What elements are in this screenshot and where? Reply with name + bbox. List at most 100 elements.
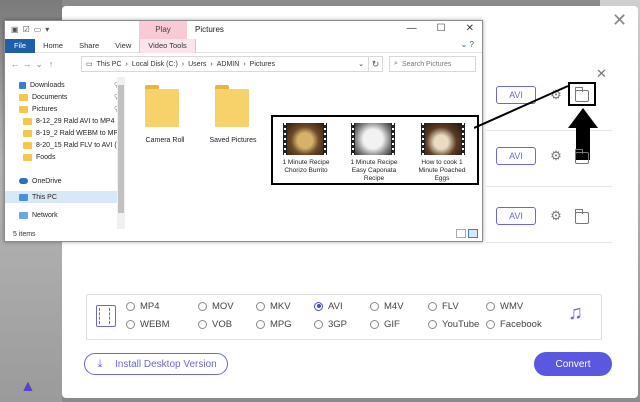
- radio-button[interactable]: [256, 319, 265, 329]
- breadcrumb-item[interactable]: Local Disk (C:): [132, 61, 178, 68]
- folder-icon: [23, 153, 32, 161]
- nav-item[interactable]: Pictures⚲: [5, 103, 123, 115]
- radio-button[interactable]: [314, 301, 323, 311]
- format-option[interactable]: 3GP: [314, 318, 347, 330]
- breadcrumb-item[interactable]: ADMIN: [217, 61, 240, 68]
- breadcrumb-item[interactable]: Pictures: [250, 61, 275, 68]
- dialog-close-icon[interactable]: ✕: [612, 10, 627, 31]
- radio-button[interactable]: [486, 301, 495, 311]
- documents-icon: [19, 93, 28, 101]
- audio-music-icon[interactable]: ♫: [568, 302, 588, 326]
- format-option[interactable]: GIF: [370, 318, 400, 330]
- nav-scrollbar-thumb[interactable]: [118, 85, 124, 213]
- nav-item[interactable]: 8-19_2 Rald WEBM to MP4: [5, 127, 123, 139]
- radio-button[interactable]: [428, 301, 437, 311]
- ribbon-expand-icon[interactable]: ⌄ ?: [461, 40, 474, 49]
- nav-item[interactable]: Foods: [5, 151, 123, 163]
- back-arrow-icon[interactable]: ←: [9, 59, 21, 69]
- customize-toolbar-icon[interactable]: ▾: [45, 25, 49, 34]
- format-option[interactable]: MOV: [198, 300, 234, 312]
- refresh-icon[interactable]: ↻: [369, 56, 383, 72]
- close-icon[interactable]: ✕: [466, 23, 474, 34]
- nav-item[interactable]: Downloads⚲: [5, 79, 123, 91]
- recent-dropdown-icon[interactable]: ⌄: [33, 59, 45, 70]
- video-film-icon[interactable]: [96, 305, 116, 327]
- radio-button[interactable]: [126, 319, 135, 329]
- address-bar[interactable]: ▭ This PC › Local Disk (C:) › Users › AD…: [81, 56, 369, 72]
- nav-item[interactable]: 8-12_29 Rald AVI to MP4: [5, 115, 123, 127]
- nav-item[interactable]: Network: [5, 209, 123, 221]
- pictures-icon: [19, 105, 28, 113]
- settings-gear-icon[interactable]: ⚙: [549, 209, 563, 223]
- format-option[interactable]: AVI: [314, 300, 343, 312]
- open-folder-icon[interactable]: [575, 149, 589, 164]
- radio-button[interactable]: [370, 301, 379, 311]
- tab-view[interactable]: View: [107, 39, 139, 53]
- install-desktop-button[interactable]: ⤓ Install Desktop Version: [84, 353, 228, 375]
- details-view-icon[interactable]: [456, 229, 466, 238]
- tab-share[interactable]: Share: [71, 39, 107, 53]
- minimize-icon[interactable]: —: [407, 23, 417, 34]
- up-arrow-icon[interactable]: ↑: [45, 59, 57, 69]
- nav-item-label: Foods: [36, 153, 56, 161]
- radio-button[interactable]: [428, 319, 437, 329]
- format-option-label: Facebook: [500, 318, 542, 330]
- video-thumbnail[interactable]: [283, 123, 327, 155]
- format-option[interactable]: WEBM: [126, 318, 170, 330]
- format-option[interactable]: WMV: [486, 300, 523, 312]
- row-divider: [486, 242, 612, 243]
- format-option[interactable]: M4V: [370, 300, 404, 312]
- play-tab-header[interactable]: Play: [139, 21, 187, 39]
- radio-button[interactable]: [256, 301, 265, 311]
- format-option[interactable]: MP4: [126, 300, 160, 312]
- format-option[interactable]: MKV: [256, 300, 291, 312]
- remove-file-icon[interactable]: ✕: [596, 66, 607, 82]
- tab-video-tools[interactable]: Video Tools: [139, 38, 196, 53]
- radio-button[interactable]: [486, 319, 495, 329]
- download-icon: ⤓: [97, 357, 103, 370]
- radio-button[interactable]: [314, 319, 323, 329]
- radio-button[interactable]: [126, 301, 135, 311]
- output-format-button[interactable]: AVI: [496, 147, 536, 165]
- format-option[interactable]: FLV: [428, 300, 459, 312]
- new-folder-icon[interactable]: ▭: [34, 25, 42, 34]
- output-format-button[interactable]: AVI: [496, 207, 536, 225]
- format-option-label: WMV: [500, 300, 524, 312]
- format-option-label: GIF: [384, 318, 400, 330]
- nav-item[interactable]: This PC: [5, 191, 123, 203]
- nav-item[interactable]: OneDrive: [5, 175, 123, 187]
- format-option-label: VOB: [212, 318, 233, 330]
- tab-home[interactable]: Home: [35, 39, 71, 53]
- format-option[interactable]: VOB: [198, 318, 232, 330]
- install-desktop-label: Install Desktop Version: [115, 358, 217, 370]
- video-thumbnail[interactable]: [351, 123, 395, 155]
- maximize-icon[interactable]: ☐: [437, 23, 446, 34]
- radio-button[interactable]: [370, 319, 379, 329]
- breadcrumb-item[interactable]: This PC: [97, 61, 122, 68]
- nav-item-label: This PC: [32, 193, 57, 201]
- format-option[interactable]: YouTube: [428, 318, 479, 330]
- nav-item[interactable]: 8-20_15 Rald FLV to AVI (Pi: [5, 139, 123, 151]
- settings-gear-icon[interactable]: ⚙: [549, 149, 563, 163]
- search-box[interactable]: ⌕ Search Pictures: [389, 56, 476, 72]
- status-bar: 5 items: [13, 231, 36, 238]
- tab-file[interactable]: File: [5, 38, 36, 53]
- format-option[interactable]: Facebook: [486, 318, 542, 330]
- format-option[interactable]: MPG: [256, 318, 292, 330]
- format-option-label: AVI: [328, 300, 343, 312]
- video-thumbnail[interactable]: [421, 123, 465, 155]
- radio-button[interactable]: [198, 319, 207, 329]
- breadcrumb-item[interactable]: Users: [188, 61, 206, 68]
- download-icon: [19, 81, 26, 89]
- radio-button[interactable]: [198, 301, 207, 311]
- address-dropdown-icon[interactable]: ⌄: [358, 60, 364, 68]
- explorer-window-icon: ▣: [11, 25, 19, 34]
- properties-icon[interactable]: ☑: [23, 25, 30, 34]
- open-folder-icon[interactable]: [575, 209, 589, 224]
- nav-item[interactable]: Documents⚲: [5, 91, 123, 103]
- large-icons-view-icon[interactable]: [468, 229, 478, 238]
- folder-camera-roll[interactable]: [145, 85, 179, 129]
- convert-button[interactable]: Convert: [534, 352, 612, 376]
- forward-arrow-icon[interactable]: →: [21, 59, 33, 69]
- folder-saved-pictures[interactable]: [215, 85, 249, 129]
